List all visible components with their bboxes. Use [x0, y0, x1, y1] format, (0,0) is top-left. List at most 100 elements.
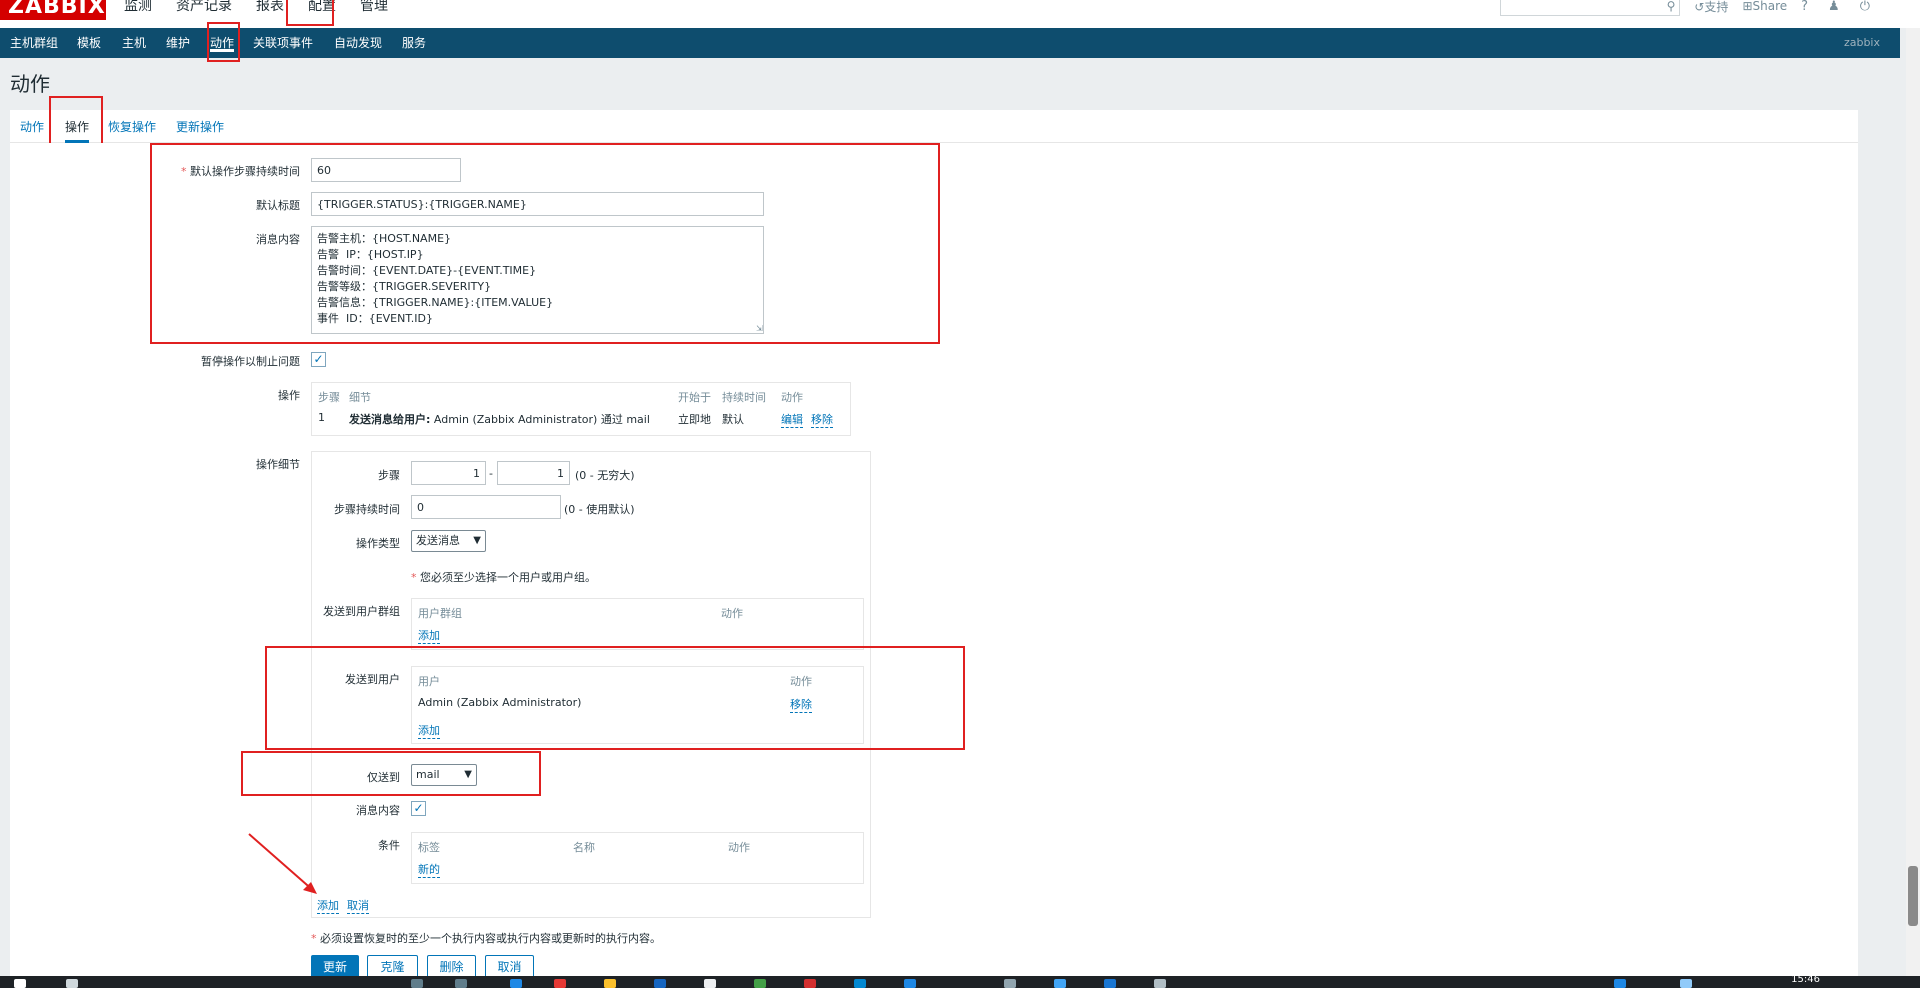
col-start: 开始于 [678, 391, 711, 404]
taskbar-app-icon[interactable] [854, 979, 866, 988]
op-type-label: 操作类型 [356, 537, 400, 550]
op-edit-link[interactable]: 编辑 [781, 411, 803, 428]
op-step-value: 1 [318, 411, 325, 424]
support-link[interactable]: ↺支持 [1694, 0, 1728, 15]
subnav-event-correlation[interactable]: 关联项事件 [253, 28, 313, 58]
default-subject-label: 默认标题 [256, 199, 300, 212]
send-users-label: 发送到用户 [345, 673, 400, 686]
new-condition-link[interactable]: 新的 [418, 861, 440, 878]
chevron-down-icon: ▼ [473, 535, 481, 546]
step-duration-hint: (0 - 使用默认) [564, 503, 635, 516]
menu-reports[interactable]: 报表 [256, 0, 284, 16]
op-details-label: 操作细节 [256, 458, 300, 471]
taskbar-app-icon[interactable] [654, 979, 666, 988]
col-action: 动作 [781, 391, 803, 404]
taskbar-app-icon[interactable] [1104, 979, 1116, 988]
annotation-arrow-icon [248, 833, 317, 894]
cancel-operation-link[interactable]: 取消 [347, 897, 369, 914]
add-user-group-link[interactable]: 添加 [418, 627, 440, 644]
taskbar-search-icon[interactable] [66, 979, 78, 988]
users-table: 用户 动作 Admin (Zabbix Administrator) 移除 添加 [411, 666, 864, 744]
add-user-link[interactable]: 添加 [418, 722, 440, 739]
start-icon[interactable] [14, 979, 26, 988]
resize-handle-icon[interactable]: ⇲ [756, 324, 763, 333]
tab-bar: 动作 操作 恢复操作 更新操作 [10, 110, 1858, 143]
op-remove-link[interactable]: 移除 [811, 411, 833, 428]
col-user-action: 动作 [790, 675, 812, 688]
subnav-hosts[interactable]: 主机 [122, 28, 146, 58]
taskbar-wechat-icon[interactable] [754, 979, 766, 988]
taskbar-app-icon[interactable] [904, 979, 916, 988]
send-only-label: 仅送到 [367, 771, 400, 784]
tab-operations[interactable]: 操作 [65, 118, 90, 143]
step-to-input[interactable] [497, 461, 570, 485]
step-duration-input[interactable] [411, 495, 561, 519]
default-message-checkbox[interactable]: ✓ [411, 801, 426, 816]
col-group-action: 动作 [721, 607, 743, 620]
tab-update-operations[interactable]: 更新操作 [176, 118, 224, 135]
global-search-input[interactable]: ⚲ [1500, 0, 1681, 16]
menu-inventory[interactable]: 资产记录 [176, 0, 232, 16]
footer-hint: * 必须设置恢复时的至少一个执行内容或执行内容或更新时的执行内容。 [311, 932, 661, 945]
subnav-host-groups[interactable]: 主机群组 [10, 28, 58, 58]
user-profile-icon[interactable]: ♟ [1828, 0, 1840, 14]
taskbar-app-icon[interactable] [411, 979, 423, 988]
os-taskbar: 15:46 [0, 974, 1920, 988]
message-textarea[interactable]: 告警主机：{HOST.NAME} 告警 IP：{HOST.IP} 告警时间：{E… [311, 226, 764, 334]
scrollbar-thumb[interactable] [1908, 866, 1918, 926]
taskbar-app-icon[interactable] [804, 979, 816, 988]
operations-table: 步骤 细节 开始于 持续时间 动作 1 发送消息给用户: Admin (Zabb… [311, 382, 851, 436]
pause-checkbox[interactable]: ✓ [311, 352, 326, 367]
send-only-select[interactable]: mail ▼ [411, 764, 477, 786]
menu-configuration[interactable]: 配置 [308, 0, 336, 16]
operations-label: 操作 [278, 389, 300, 402]
remove-user-link[interactable]: 移除 [790, 696, 812, 713]
col-duration: 持续时间 [722, 391, 766, 404]
step-duration-label: 步骤持续时间 [334, 503, 400, 516]
taskbar-app-icon[interactable] [455, 979, 467, 988]
tray-icon[interactable] [1614, 979, 1626, 988]
taskbar-folder-icon[interactable] [604, 979, 616, 988]
taskbar-clock[interactable]: 15:46 [1791, 974, 1820, 985]
must-select-hint: * 您必须至少选择一个用户或用户组。 [411, 571, 596, 584]
main-menu: 监测 资产记录 报表 配置 管理 [124, 0, 412, 16]
page-title: 动作 [10, 72, 50, 96]
col-condition-action: 动作 [728, 841, 750, 854]
pause-label: 暂停操作以制止问题 [201, 355, 300, 368]
op-type-select[interactable]: 发送消息 ▼ [411, 530, 486, 552]
op-start-value: 立即地 [678, 413, 711, 426]
zabbix-logo[interactable]: ZABBIX [0, 0, 106, 20]
taskbar-app-icon[interactable] [554, 979, 566, 988]
search-icon[interactable]: ⚲ [1667, 0, 1676, 13]
step-separator: - [489, 467, 493, 480]
sign-out-icon[interactable]: ⏻ [1860, 0, 1870, 14]
user-groups-table: 用户群组 动作 添加 [411, 598, 864, 650]
tab-action[interactable]: 动作 [20, 118, 44, 135]
taskbar-app-icon[interactable] [704, 979, 716, 988]
step-from-input[interactable] [411, 461, 486, 485]
subnav-services[interactable]: 服务 [402, 28, 426, 58]
col-condition-label: 标签 [418, 841, 440, 854]
col-condition-name: 名称 [573, 841, 595, 854]
taskbar-app-icon[interactable] [1004, 979, 1016, 988]
default-subject-input[interactable] [311, 192, 764, 216]
menu-monitoring[interactable]: 监测 [124, 0, 152, 16]
send-groups-label: 发送到用户群组 [323, 605, 400, 618]
share-link[interactable]: ⊞Share [1742, 0, 1787, 13]
taskbar-app-icon[interactable] [510, 979, 522, 988]
tray-icon[interactable] [1680, 979, 1692, 988]
menu-administration[interactable]: 管理 [360, 0, 388, 16]
default-step-duration-input[interactable] [311, 158, 461, 182]
help-icon[interactable]: ? [1801, 0, 1808, 14]
subnav-maintenance[interactable]: 维护 [166, 28, 190, 58]
subnav-discovery[interactable]: 自动发现 [334, 28, 382, 58]
taskbar-app-icon[interactable] [1054, 979, 1066, 988]
op-duration-value: 默认 [722, 413, 744, 426]
page-scrollbar[interactable] [1906, 28, 1920, 976]
taskbar-app-icon[interactable] [1154, 979, 1166, 988]
tab-recovery-operations[interactable]: 恢复操作 [108, 118, 156, 135]
subnav-templates[interactable]: 模板 [77, 28, 101, 58]
chevron-down-icon: ▼ [464, 769, 472, 780]
col-step: 步骤 [318, 391, 340, 404]
subnav-actions[interactable]: 动作 [210, 28, 235, 52]
